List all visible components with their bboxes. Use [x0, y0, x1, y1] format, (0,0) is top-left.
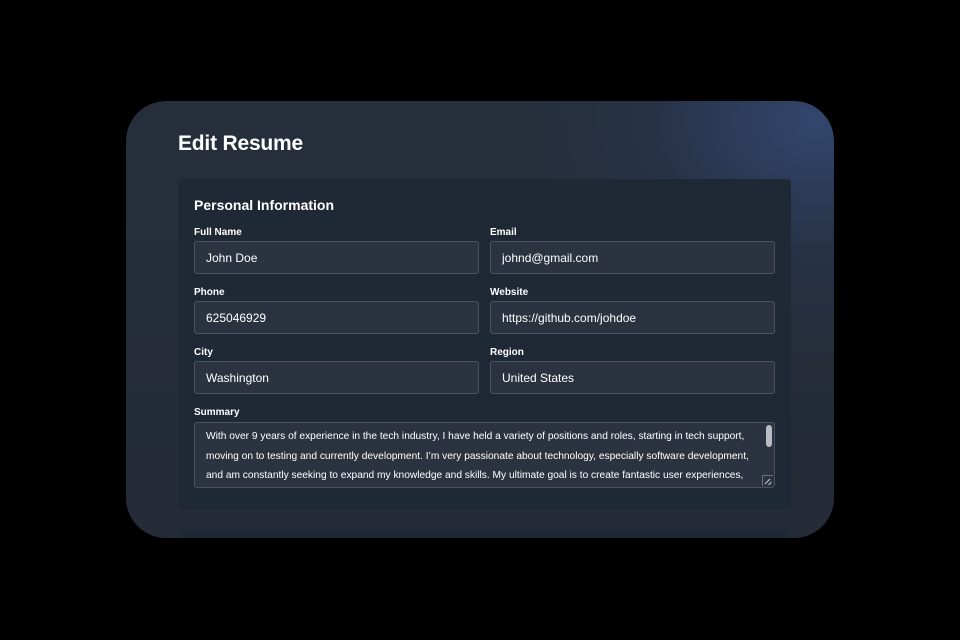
resize-handle-icon[interactable]: [762, 475, 773, 486]
scrollbar-thumb[interactable]: [766, 425, 772, 447]
page-title: Edit Resume: [178, 132, 303, 155]
full-name-input[interactable]: [194, 241, 479, 274]
email-label: Email: [490, 227, 517, 238]
city-label: City: [194, 347, 213, 358]
section-title: Personal Information: [194, 197, 335, 213]
summary-label: Summary: [194, 407, 240, 418]
full-name-label: Full Name: [194, 227, 242, 238]
city-input[interactable]: [194, 361, 479, 394]
region-input[interactable]: [490, 361, 775, 394]
email-input[interactable]: [490, 241, 775, 274]
next-section-card: [178, 529, 791, 538]
resume-editor-window: Edit Resume Personal Information Full Na…: [126, 101, 834, 538]
region-label: Region: [490, 347, 524, 358]
phone-label: Phone: [194, 287, 225, 298]
website-label: Website: [490, 287, 529, 298]
website-input[interactable]: [490, 301, 775, 334]
personal-information-section: Personal Information Full Name Email Pho…: [178, 179, 791, 509]
summary-textarea[interactable]: With over 9 years of experience in the t…: [194, 422, 775, 488]
summary-text: With over 9 years of experience in the t…: [206, 431, 749, 481]
phone-input[interactable]: [194, 301, 479, 334]
